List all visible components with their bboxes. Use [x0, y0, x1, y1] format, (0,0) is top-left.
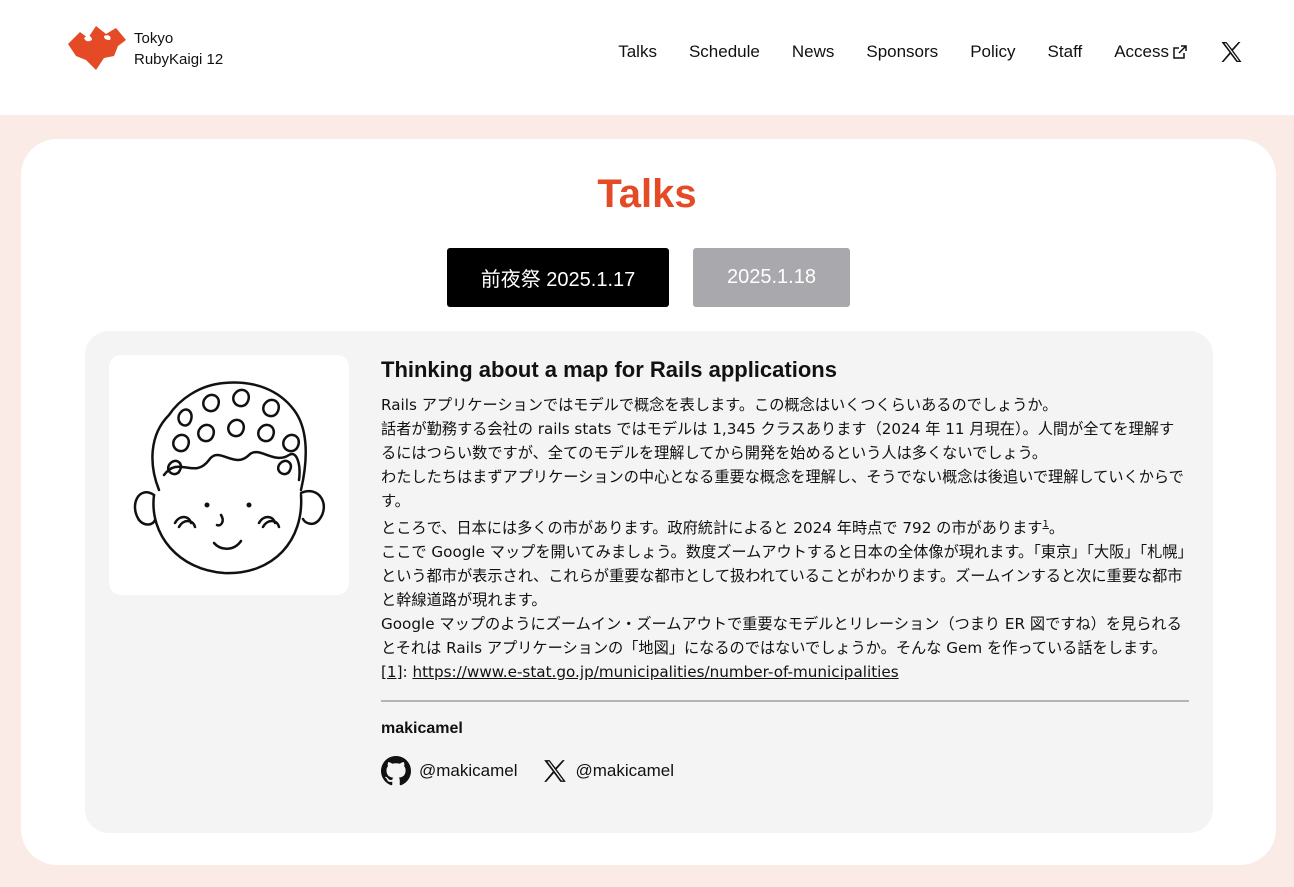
nav-access-label: Access — [1114, 42, 1169, 61]
site-logo[interactable]: Tokyo RubyKaigi 12 — [66, 24, 236, 74]
page-title: Talks — [597, 172, 697, 216]
abstract-paragraph: Rails アプリケーションではモデルで概念を表します。この概念はいくつくらいあ… — [381, 396, 1058, 414]
rubykaigi-logo-icon — [68, 26, 126, 70]
external-link-icon — [1173, 45, 1187, 59]
speaker-socials: @makicamel @makicamel — [381, 756, 1189, 786]
footnote-backref-link[interactable]: [1] — [381, 663, 403, 681]
tab-day-main[interactable]: 2025.1.18 — [693, 248, 850, 307]
nav-policy[interactable]: Policy — [970, 42, 1015, 62]
abstract-paragraph: ここで Google マップを開いてみましょう。数度ズームアウトすると日本の全体… — [381, 543, 1186, 610]
main-nav: Talks Schedule News Sponsors Policy Staf… — [586, 40, 1244, 64]
nav-news[interactable]: News — [792, 42, 835, 62]
x-social-link[interactable] — [1219, 40, 1244, 64]
nav-talks[interactable]: Talks — [618, 42, 657, 62]
nav-schedule[interactable]: Schedule — [689, 42, 760, 62]
x-icon — [543, 760, 566, 782]
abstract-paragraph: 話者が勤務する会社の rails stats ではモデルは 1,345 クラスあ… — [381, 420, 1175, 462]
divider — [381, 700, 1189, 703]
abstract-paragraph: わたしたちはまずアプリケーションの中心となる重要な概念を理解し、そうでない概念は… — [381, 468, 1184, 510]
logo-text: Tokyo RubyKaigi 12 — [134, 28, 223, 70]
nav-access[interactable]: Access — [1114, 42, 1187, 62]
tab-day-eve[interactable]: 前夜祭 2025.1.17 — [447, 248, 669, 307]
nav-sponsors[interactable]: Sponsors — [866, 42, 938, 62]
logo-line-2: RubyKaigi 12 — [134, 51, 224, 68]
footnote-separator: : — [402, 663, 413, 682]
day-tabs: 前夜祭 2025.1.17 2025.1.18 — [447, 248, 850, 307]
footnote: [1]: https://www.e-stat.go.jp/municipali… — [381, 660, 1189, 684]
site-header: Tokyo RubyKaigi 12 Talks Schedule News S… — [0, 0, 1294, 115]
abstract-paragraph: Google マップのようにズームイン・ズームアウトで重要なモデルとリレーション… — [381, 615, 1182, 658]
talk-body: Thinking about a map for Rails applicati… — [381, 355, 1189, 786]
logo-line-1: Tokyo — [134, 30, 174, 47]
speaker-avatar — [109, 355, 349, 595]
talk-card: Thinking about a map for Rails applicati… — [85, 331, 1213, 833]
talk-abstract: Rails アプリケーションではモデルで概念を表します。この概念はいくつくらいあ… — [381, 393, 1189, 684]
talk-title: Thinking about a map for Rails applicati… — [381, 357, 837, 382]
github-handle: @makicamel — [419, 761, 518, 781]
footnote-url-link[interactable]: https://www.e-stat.go.jp/municipalities/… — [412, 663, 898, 681]
speaker-name: makicamel — [381, 720, 463, 738]
github-icon — [381, 756, 411, 786]
github-link[interactable]: @makicamel — [381, 756, 518, 786]
x-profile-link[interactable]: @makicamel — [542, 758, 675, 784]
nav-staff[interactable]: Staff — [1048, 42, 1083, 62]
x-handle: @makicamel — [575, 761, 675, 781]
speaker-illustration — [133, 381, 326, 575]
abstract-period: 。 — [1048, 519, 1065, 538]
abstract-paragraph-footnoted: ところで、日本には多くの市があります。政府統計によると 2024 年時点で 79… — [381, 513, 1189, 540]
x-icon — [1221, 42, 1242, 62]
abstract-text: ところで、日本には多くの市があります。政府統計によると 2024 年時点で 79… — [381, 519, 1043, 538]
